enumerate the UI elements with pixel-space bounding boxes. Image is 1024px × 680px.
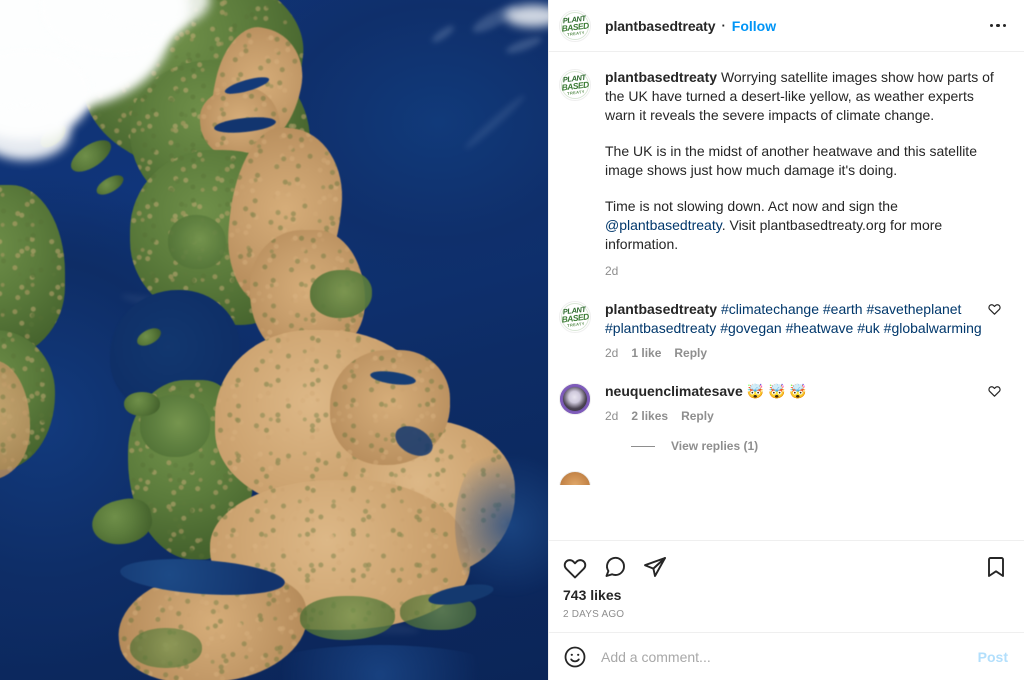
save-button[interactable] bbox=[976, 547, 1008, 587]
comment-reply-button[interactable]: Reply bbox=[681, 409, 714, 423]
post-header: PLANT BASED TREATY plantbasedtreaty · Fo… bbox=[549, 0, 1024, 52]
caption-paragraph-1: plantbasedtreaty Worrying satellite imag… bbox=[605, 68, 1008, 125]
post-caption: PLANT BASED TREATY plantbasedtreaty Worr… bbox=[559, 68, 1008, 278]
caption-avatar[interactable]: PLANT BASED TREATY bbox=[559, 69, 591, 101]
logo-line-3: TREATY bbox=[566, 320, 585, 328]
comment-likes[interactable]: 1 like bbox=[631, 346, 661, 360]
like-button[interactable] bbox=[563, 547, 595, 587]
logo-line-3: TREATY bbox=[566, 88, 585, 96]
post-media[interactable] bbox=[0, 0, 548, 680]
comment-meta: 2d 1 like Reply bbox=[605, 346, 982, 360]
author-username[interactable]: plantbasedtreaty bbox=[605, 18, 716, 34]
comment-username[interactable]: plantbasedtreaty bbox=[605, 301, 717, 317]
posted-timestamp: 2 DAYS AGO bbox=[563, 609, 625, 620]
caption-username[interactable]: plantbasedtreaty bbox=[605, 69, 717, 85]
plantbasedtreaty-logo: PLANT BASED TREATY bbox=[560, 302, 590, 332]
bookmark-icon bbox=[988, 557, 1004, 577]
view-replies-label: View replies (1) bbox=[671, 439, 759, 453]
comment-meta: 2d 2 likes Reply bbox=[605, 409, 982, 423]
comment-emoji: 🤯 🤯 🤯 bbox=[746, 383, 807, 399]
comment-like-heart-icon[interactable] bbox=[988, 300, 1008, 320]
caption-paragraph-3: Time is not slowing down. Act now and si… bbox=[605, 197, 1008, 254]
share-button[interactable] bbox=[635, 547, 675, 587]
comment-button[interactable] bbox=[595, 547, 635, 587]
caption-paragraph-2: The UK is in the midst of another heatwa… bbox=[605, 143, 977, 178]
instagram-post: PLANT BASED TREATY plantbasedtreaty · Fo… bbox=[0, 0, 1024, 680]
comment-avatar[interactable] bbox=[559, 471, 591, 485]
comment-body: plantbasedtreaty #climatechange #earth #… bbox=[605, 300, 982, 360]
satellite-image-uk bbox=[0, 0, 548, 680]
share-paper-plane-icon bbox=[644, 557, 666, 577]
north-york-moors bbox=[310, 270, 372, 318]
comment-item-partially-visible[interactable] bbox=[559, 471, 1008, 485]
dartmoor-green bbox=[130, 628, 202, 668]
comments-scroll-area[interactable]: PLANT BASED TREATY plantbasedtreaty Worr… bbox=[549, 52, 1024, 540]
comment-bubble-icon bbox=[605, 556, 625, 577]
plantbasedtreaty-logo: PLANT BASED TREATY bbox=[560, 70, 590, 100]
follow-button[interactable]: Follow bbox=[732, 18, 776, 34]
add-comment-input[interactable] bbox=[601, 648, 978, 665]
comment-timestamp: 2d bbox=[605, 409, 619, 423]
add-comment-bar: Post bbox=[549, 632, 1024, 680]
emoji-smiley-icon bbox=[564, 646, 586, 667]
emoji-picker-button[interactable] bbox=[563, 645, 587, 669]
post-actions-bar: 743 likes 2 DAYS AGO bbox=[549, 540, 1024, 632]
comment-timestamp: 2d bbox=[605, 346, 619, 360]
username-follow-separator: · bbox=[721, 18, 726, 33]
comment-username[interactable]: neuquenclimatesave bbox=[605, 383, 743, 399]
view-replies-dash-icon bbox=[631, 445, 655, 447]
comment-text: neuquenclimatesave 🤯 🤯 🤯 bbox=[605, 382, 982, 401]
comment-text: plantbasedtreaty #climatechange #earth #… bbox=[605, 300, 982, 338]
comment-avatar[interactable] bbox=[559, 383, 591, 415]
comment-item: neuquenclimatesave 🤯 🤯 🤯 2d 2 likes Repl… bbox=[559, 382, 1008, 453]
comment-item: PLANT BASED TREATY plantbasedtreaty #cli… bbox=[559, 300, 1008, 360]
heart-icon bbox=[563, 559, 587, 579]
comment-avatar[interactable]: PLANT BASED TREATY bbox=[559, 301, 591, 333]
plantbasedtreaty-logo: PLANT BASED TREATY bbox=[560, 11, 590, 41]
likes-count[interactable]: 743 likes bbox=[563, 587, 1008, 603]
more-options-icon[interactable] bbox=[988, 16, 1009, 36]
anglesey bbox=[124, 392, 160, 416]
comment-likes[interactable]: 2 likes bbox=[631, 409, 668, 423]
lake-district bbox=[168, 215, 226, 269]
caption-timestamp: 2d bbox=[605, 264, 619, 278]
comment-like-heart-icon[interactable] bbox=[988, 382, 1008, 402]
action-icons-row bbox=[563, 547, 1008, 587]
avatar-ring bbox=[560, 384, 590, 414]
comment-body: neuquenclimatesave 🤯 🤯 🤯 2d 2 likes Repl… bbox=[605, 382, 982, 453]
caption-text-3a: Time is not slowing down. Act now and si… bbox=[605, 198, 898, 214]
caption-mention-link[interactable]: @plantbasedtreaty bbox=[605, 217, 722, 233]
comment-reply-button[interactable]: Reply bbox=[674, 346, 707, 360]
view-replies-button[interactable]: View replies (1) bbox=[631, 439, 982, 453]
author-avatar[interactable]: PLANT BASED TREATY bbox=[559, 9, 591, 42]
caption-body: plantbasedtreaty Worrying satellite imag… bbox=[605, 68, 1008, 278]
post-side-panel: PLANT BASED TREATY plantbasedtreaty · Fo… bbox=[548, 0, 1024, 680]
post-comment-button[interactable]: Post bbox=[978, 649, 1008, 665]
